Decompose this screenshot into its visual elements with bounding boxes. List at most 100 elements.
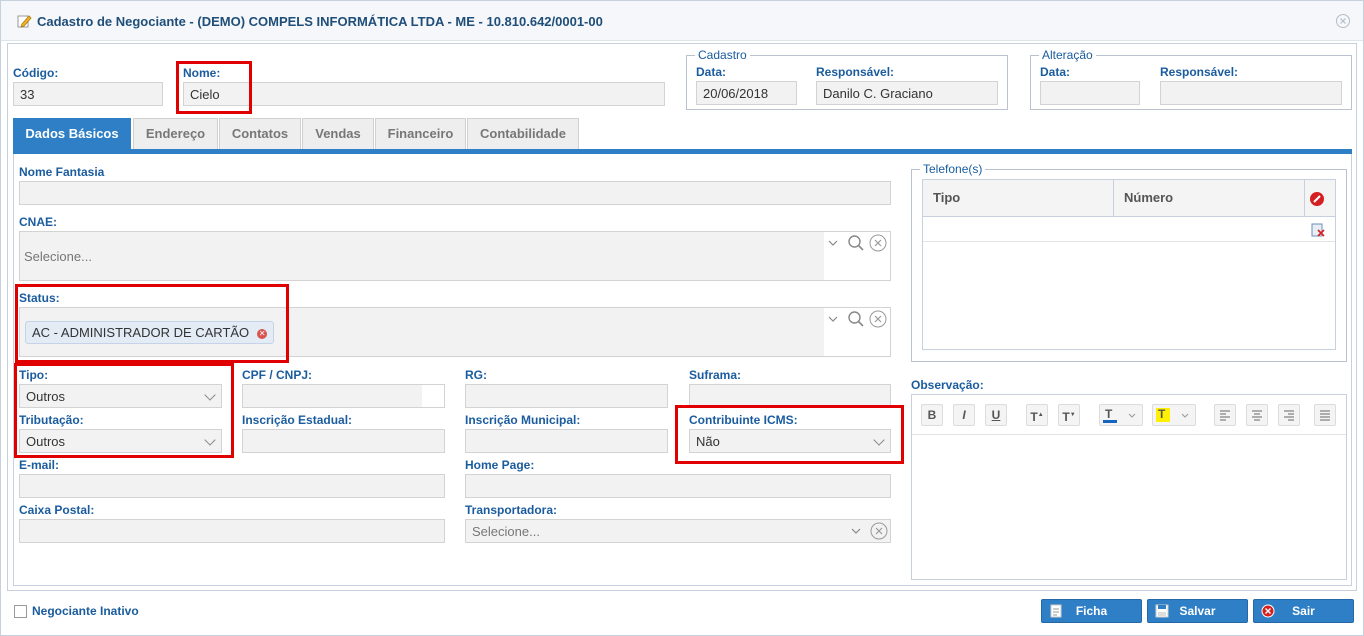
cpf-field-end xyxy=(422,385,444,407)
edit-phone-icon[interactable] xyxy=(1310,222,1326,238)
pencil-icon xyxy=(17,15,32,28)
font-color-icon: T xyxy=(1105,407,1113,421)
cadastro-resp-field[interactable]: Danilo C. Graciano xyxy=(816,81,998,105)
salvar-label: Salvar xyxy=(1179,604,1216,618)
ficha-label: Ficha xyxy=(1075,604,1108,618)
nome-fantasia-field[interactable] xyxy=(19,181,891,205)
delete-phone-icon[interactable] xyxy=(1309,191,1325,207)
cadastro-resp-label: Responsável: xyxy=(816,65,895,79)
tab-vendas[interactable]: Vendas xyxy=(302,118,374,149)
email-field[interactable] xyxy=(19,474,445,498)
align-center-button[interactable] xyxy=(1246,404,1268,426)
superscript-button[interactable]: T▲ xyxy=(1026,404,1048,426)
cpf-label: CPF / CNPJ: xyxy=(242,368,313,382)
ie-label: Inscrição Estadual: xyxy=(242,413,353,427)
align-left-button[interactable] xyxy=(1214,404,1236,426)
negociante-inativo-checkbox[interactable] xyxy=(14,605,27,618)
codigo-label: Código: xyxy=(13,66,59,80)
sair-button[interactable]: Sair xyxy=(1253,599,1354,623)
chevron-down-icon xyxy=(1128,413,1136,418)
col-separator xyxy=(1304,180,1305,217)
cpf-field[interactable] xyxy=(242,384,445,408)
alteracao-data-label: Data: xyxy=(1040,65,1071,79)
clear-icon[interactable] xyxy=(869,234,887,252)
chevron-down-icon[interactable] xyxy=(827,313,839,325)
rg-label: RG: xyxy=(465,368,487,382)
negociante-inativo-label: Negociante Inativo xyxy=(32,604,139,618)
close-window-icon[interactable] xyxy=(1335,13,1351,29)
cadastro-legend: Cadastro xyxy=(698,48,747,62)
align-right-icon xyxy=(1284,410,1294,421)
cnae-label: CNAE: xyxy=(19,215,57,229)
telefones-legend: Telefone(s) xyxy=(923,162,983,176)
salvar-button[interactable]: Salvar xyxy=(1147,599,1248,623)
cadastro-data-field[interactable]: 20/06/2018 xyxy=(696,81,797,105)
search-icon[interactable] xyxy=(847,310,865,328)
col-numero: Número xyxy=(1124,190,1174,205)
dialog-window: Cadastro de Negociante - (DEMO) COMPELS … xyxy=(0,0,1364,636)
table-row[interactable] xyxy=(923,217,1335,242)
highlight-nome xyxy=(176,61,252,114)
rg-field[interactable] xyxy=(465,384,668,408)
chevron-down-icon[interactable] xyxy=(827,237,839,249)
sair-label: Sair xyxy=(1292,604,1315,618)
align-center-icon xyxy=(1252,410,1262,421)
caixa-postal-label: Caixa Postal: xyxy=(19,503,95,517)
observacao-editor[interactable]: B I U T▲ T▼ T T xyxy=(911,394,1347,580)
nome-field[interactable]: Cielo xyxy=(183,82,665,106)
tab-dados-basicos[interactable]: Dados Básicos xyxy=(13,118,131,149)
font-color-swatch xyxy=(1103,420,1117,423)
alteracao-legend: Alteração xyxy=(1042,48,1093,62)
highlight-tipo-tributacao xyxy=(14,363,234,458)
clear-icon[interactable] xyxy=(869,310,887,328)
nome-fantasia-label: Nome Fantasia xyxy=(19,165,105,179)
align-left-icon xyxy=(1220,410,1230,421)
tab-contabilidade[interactable]: Contabilidade xyxy=(467,118,579,149)
alteracao-data-field[interactable] xyxy=(1040,81,1140,105)
font-color-button[interactable]: T xyxy=(1099,404,1143,426)
im-label: Inscrição Municipal: xyxy=(465,413,581,427)
editor-toolbar: B I U T▲ T▼ T T xyxy=(912,395,1346,435)
window-title: Cadastro de Negociante - (DEMO) COMPELS … xyxy=(37,14,603,29)
tab-contatos[interactable]: Contatos xyxy=(219,118,301,149)
highlight-color-button[interactable]: T xyxy=(1152,404,1196,426)
im-field[interactable] xyxy=(465,429,668,453)
highlight-icon: T xyxy=(1158,407,1166,421)
email-label: E-mail: xyxy=(19,458,60,472)
cnae-placeholder: Selecione... xyxy=(24,249,92,264)
clear-icon[interactable] xyxy=(870,522,888,540)
tab-endereco[interactable]: Endereço xyxy=(133,118,218,149)
justify-button[interactable] xyxy=(1314,404,1336,426)
alteracao-resp-field[interactable] xyxy=(1160,81,1342,105)
justify-icon xyxy=(1320,410,1330,421)
bold-button[interactable]: B xyxy=(921,404,943,426)
italic-button[interactable]: I xyxy=(953,404,975,426)
ficha-button[interactable]: Ficha xyxy=(1041,599,1142,623)
cnae-select[interactable]: Selecione... xyxy=(19,231,891,281)
observacao-label: Observação: xyxy=(911,378,984,392)
homepage-field[interactable] xyxy=(465,474,891,498)
homepage-label: Home Page: xyxy=(465,458,535,472)
ie-field[interactable] xyxy=(242,429,445,453)
subscript-button[interactable]: T▼ xyxy=(1058,404,1080,426)
cadastro-data-label: Data: xyxy=(696,65,727,79)
caixa-postal-field[interactable] xyxy=(19,519,445,543)
highlight-status xyxy=(15,284,289,363)
suframa-label: Suframa: xyxy=(689,368,742,382)
telefones-header: Tipo Número xyxy=(923,180,1335,217)
transportadora-select[interactable]: Selecione... xyxy=(465,519,891,543)
search-icon[interactable] xyxy=(847,234,865,252)
transportadora-label: Transportadora: xyxy=(465,503,558,517)
tab-financeiro[interactable]: Financeiro xyxy=(375,118,466,149)
title-bar: Cadastro de Negociante - (DEMO) COMPELS … xyxy=(1,1,1363,41)
chevron-down-icon[interactable] xyxy=(850,525,862,537)
align-right-button[interactable] xyxy=(1278,404,1300,426)
telefones-table: Tipo Número xyxy=(922,179,1336,350)
col-separator xyxy=(1113,180,1114,217)
chevron-down-icon xyxy=(1181,413,1189,418)
col-tipo: Tipo xyxy=(933,190,961,205)
underline-button[interactable]: U xyxy=(985,404,1007,426)
highlight-icms xyxy=(675,405,904,464)
codigo-field[interactable]: 33 xyxy=(13,82,163,106)
alteracao-resp-label: Responsável: xyxy=(1160,65,1239,79)
